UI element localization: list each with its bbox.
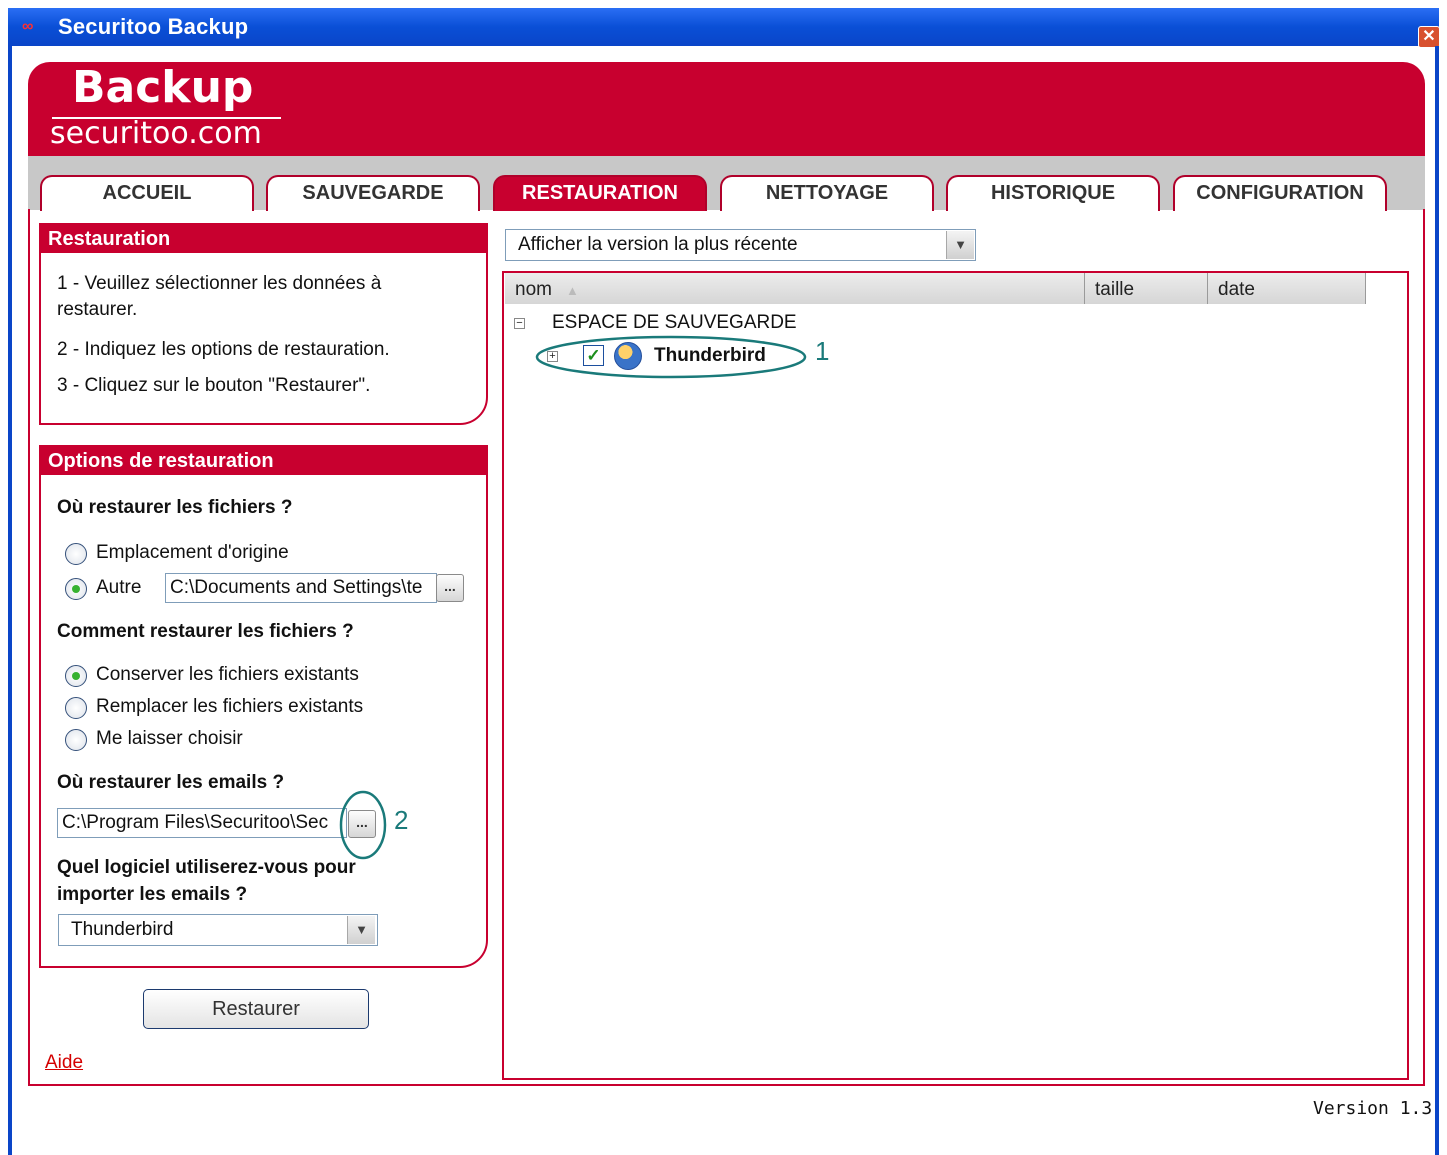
annotation-ellipse-1 (535, 335, 807, 379)
annotation-overlay (339, 335, 807, 860)
annotation-label-2: 2 (394, 805, 409, 835)
annotation-label-1: 1 (815, 336, 830, 366)
annotation-ellipse-2 (339, 790, 387, 860)
version-label: Version 1.3 (1313, 1098, 1433, 1119)
